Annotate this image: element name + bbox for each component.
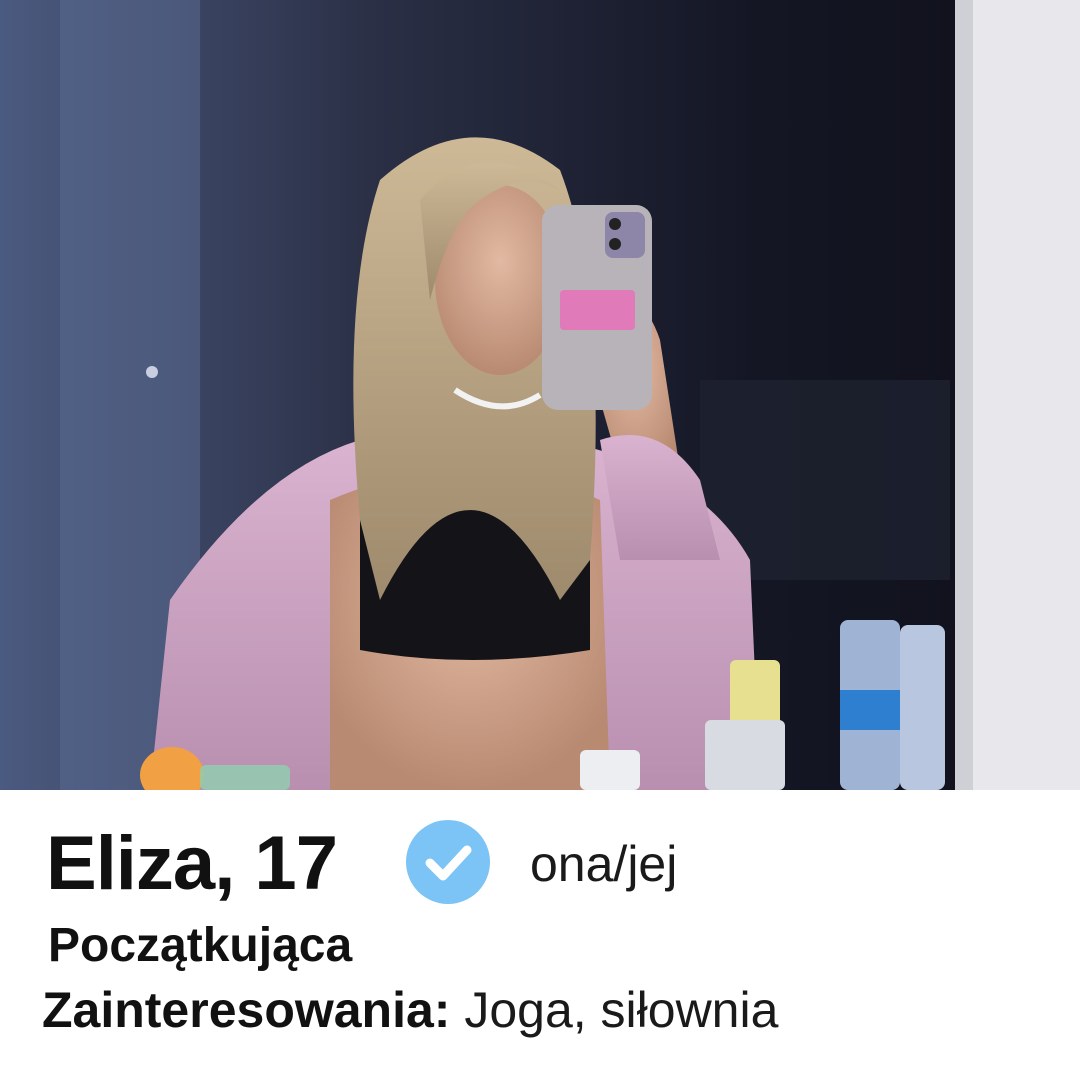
verified-check-icon (404, 818, 492, 906)
profile-pronouns: ona/jej (530, 836, 678, 892)
interests-label: Zainteresowania: (42, 982, 451, 1038)
interests-value: Joga, siłownia (450, 982, 779, 1038)
profile-level: Początkująca (48, 919, 353, 972)
profile-photo[interactable] (0, 0, 1080, 790)
profile-info: Eliza, 17 ona/jej Początkująca Zainteres… (0, 790, 1080, 1080)
profile-name-age: Eliza, 17 (46, 821, 338, 906)
profile-interests: Zainteresowania: Joga, siłownia (42, 980, 778, 1040)
